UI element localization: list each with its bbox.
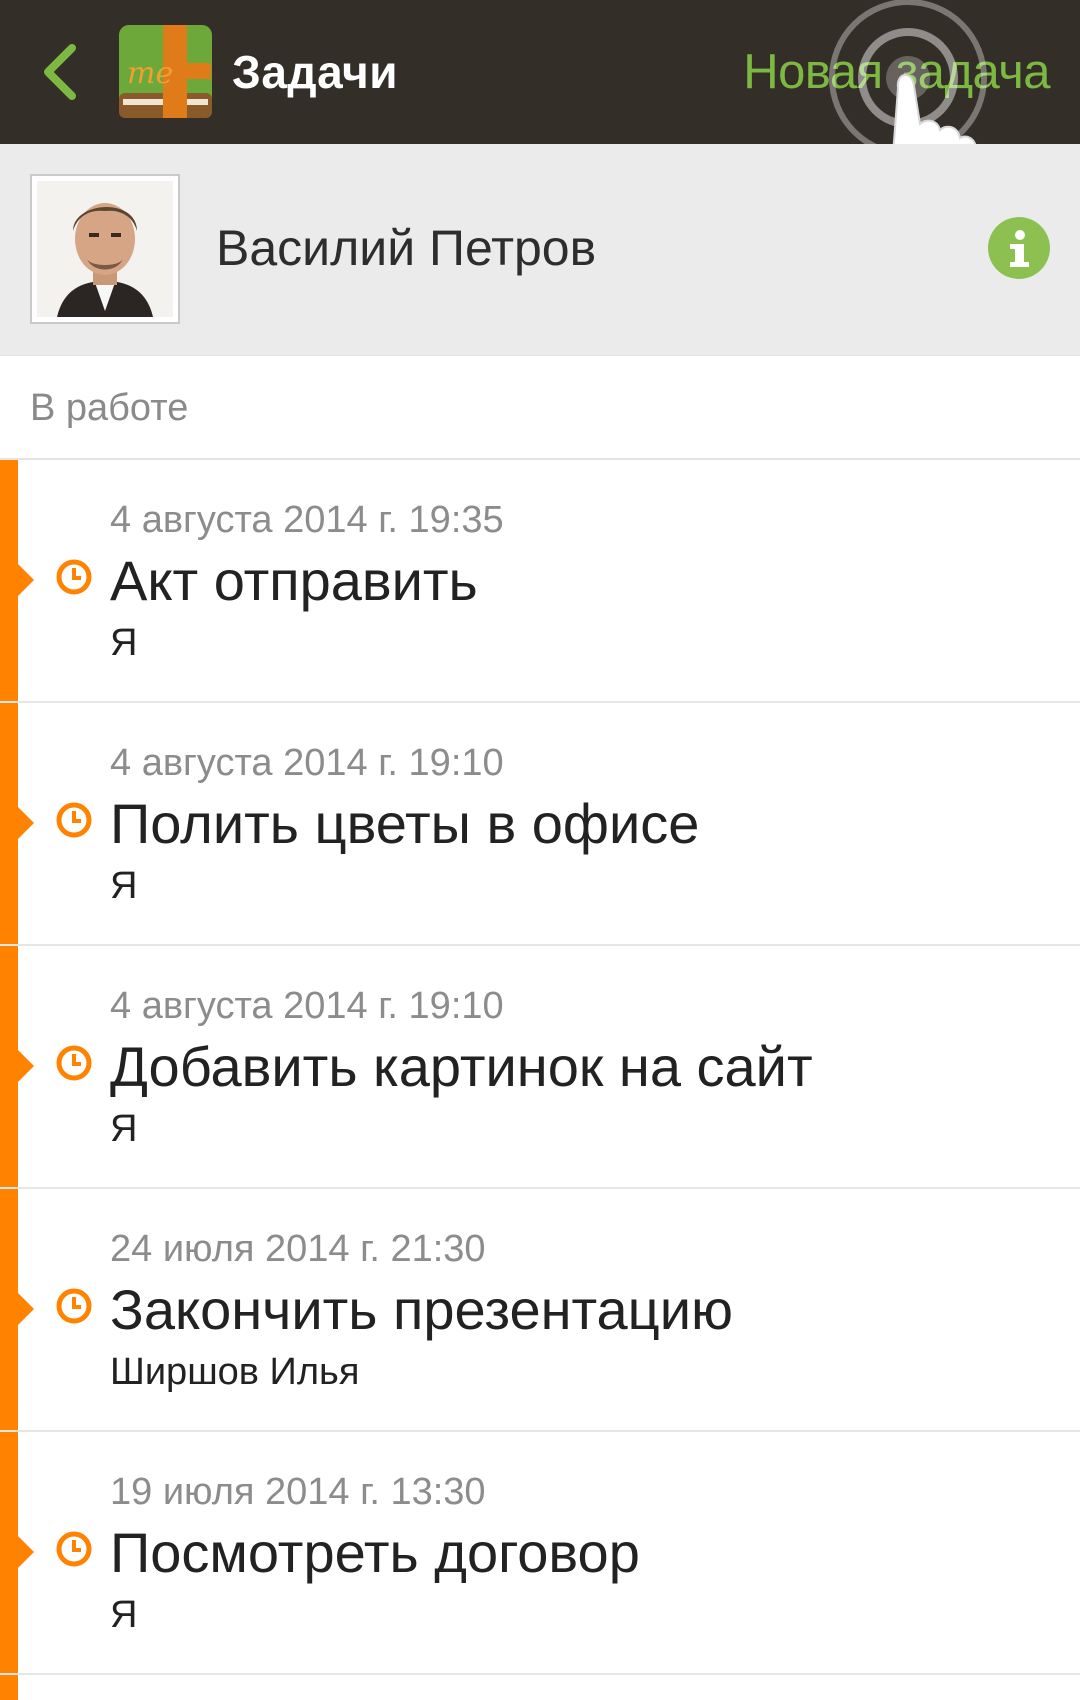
task-item[interactable]: 4 августа 2014 г. 19:35 Акт отправить Я bbox=[0, 460, 1080, 703]
section-label: В работе bbox=[30, 387, 189, 429]
clock-icon bbox=[56, 802, 92, 838]
app-root: me Задачи Новая задача Василий Петров В … bbox=[0, 0, 1080, 1700]
status-stripe bbox=[0, 946, 18, 1187]
clock-icon bbox=[56, 1531, 92, 1567]
profile-name: Василий Петров bbox=[216, 220, 597, 276]
info-button[interactable] bbox=[988, 217, 1050, 279]
status-stripe bbox=[0, 460, 18, 701]
task-item[interactable]: 4 августа 2014 г. 19:10 Полить цветы в о… bbox=[0, 703, 1080, 946]
status-notch bbox=[18, 1050, 34, 1082]
task-date: 4 августа 2014 г. 19:10 bbox=[110, 742, 504, 784]
task-date: 24 июля 2014 г. 21:30 bbox=[110, 1228, 486, 1270]
task-assignee: Ширшов Илья bbox=[110, 1351, 360, 1393]
clock-icon bbox=[56, 1045, 92, 1081]
task-title: Посмотреть договор bbox=[110, 1521, 640, 1584]
info-icon bbox=[1010, 230, 1029, 267]
svg-text:me: me bbox=[127, 56, 173, 91]
task-assignee: Я bbox=[110, 1594, 138, 1636]
task-date: 4 августа 2014 г. 19:10 bbox=[110, 985, 504, 1027]
status-notch bbox=[18, 1536, 34, 1568]
task-item[interactable]: 24 июля 2014 г. 21:30 Закончить презента… bbox=[0, 1189, 1080, 1432]
clock-icon bbox=[56, 1288, 92, 1324]
avatar[interactable] bbox=[30, 174, 180, 324]
status-stripe bbox=[0, 1189, 18, 1430]
task-title: Полить цветы в офисе bbox=[110, 792, 700, 855]
task-item[interactable]: 4 августа 2014 г. 19:10 Добавить картино… bbox=[0, 946, 1080, 1189]
task-date: 4 августа 2014 г. 19:35 bbox=[110, 499, 504, 541]
task-assignee: Я bbox=[110, 1108, 138, 1150]
status-stripe bbox=[0, 1432, 18, 1673]
new-task-button[interactable]: Новая задача bbox=[743, 42, 1050, 102]
page-title: Задачи bbox=[232, 46, 399, 98]
status-notch bbox=[18, 807, 34, 839]
task-title: Закончить презентацию bbox=[110, 1278, 734, 1341]
chevron-left-icon bbox=[44, 44, 76, 100]
task-title: Акт отправить bbox=[110, 549, 478, 612]
avatar-image bbox=[37, 181, 173, 317]
task-assignee: Я bbox=[110, 622, 138, 664]
status-notch bbox=[18, 1293, 34, 1325]
section-header: В работе bbox=[0, 355, 1080, 460]
profile-header: Василий Петров bbox=[0, 144, 1080, 355]
top-bar: me Задачи Новая задача bbox=[0, 0, 1080, 223]
status-notch bbox=[18, 564, 34, 596]
task-item[interactable]: 19 июля 2014 г. 13:30 Посмотреть договор… bbox=[0, 1432, 1080, 1675]
status-stripe bbox=[0, 1675, 18, 1700]
task-title: Добавить картинок на сайт bbox=[110, 1035, 813, 1098]
back-button[interactable] bbox=[30, 36, 90, 108]
clock-icon bbox=[56, 559, 92, 595]
task-date: 19 июля 2014 г. 13:30 bbox=[110, 1471, 486, 1513]
task-item-partial[interactable] bbox=[0, 1675, 1080, 1700]
app-logo-icon: me bbox=[117, 23, 214, 120]
status-stripe bbox=[0, 703, 18, 944]
task-assignee: Я bbox=[110, 865, 138, 907]
task-list: 4 августа 2014 г. 19:35 Акт отправить Я … bbox=[0, 460, 1080, 1700]
